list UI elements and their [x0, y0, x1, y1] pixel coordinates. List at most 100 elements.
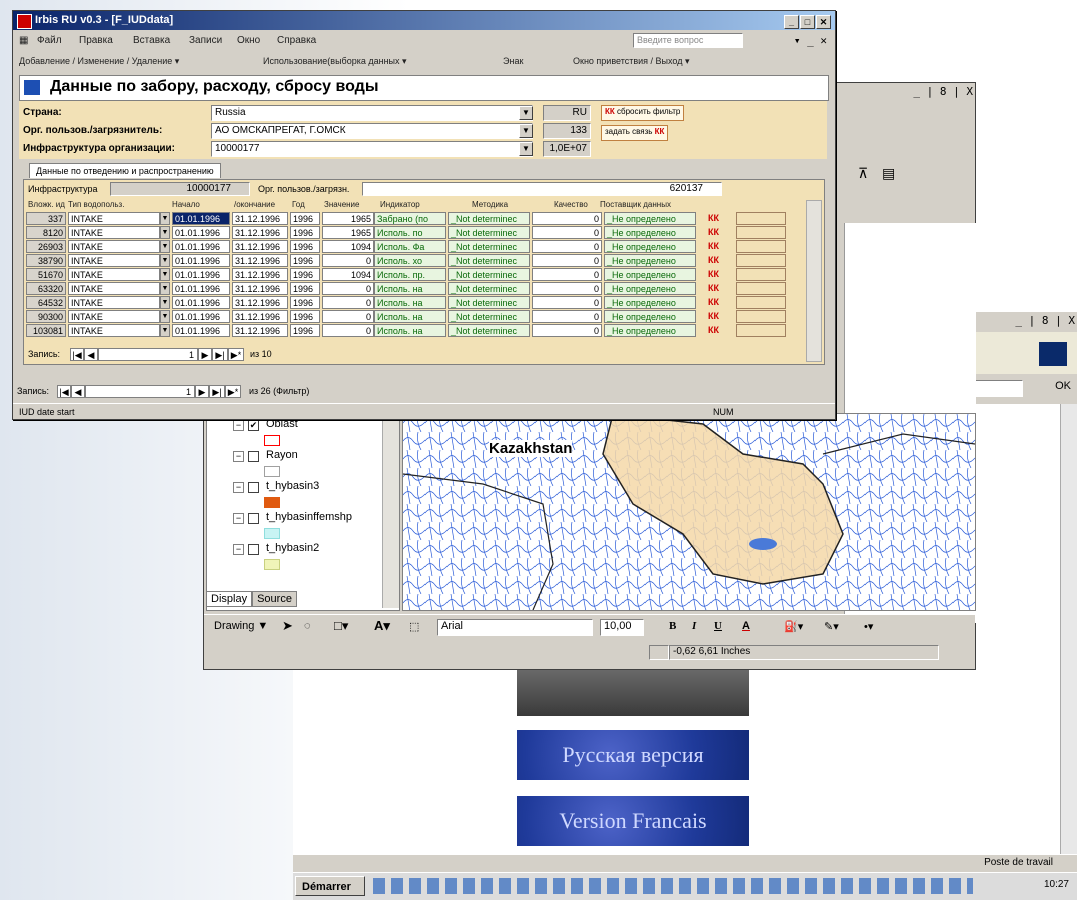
table-cell[interactable]: 1996 [290, 268, 320, 281]
browser-scrollbar[interactable] [1060, 404, 1077, 854]
underline-button[interactable]: U [714, 620, 722, 632]
table-cell[interactable]: INTAKE [68, 310, 160, 323]
table-cell[interactable]: 1996 [290, 254, 320, 267]
field-value[interactable]: 10000177 [211, 141, 533, 157]
set-link-button[interactable]: задать связь КК [601, 125, 669, 141]
nav-next-button[interactable]: ▶ [195, 385, 209, 398]
table-cell[interactable]: _Не определено [604, 268, 696, 281]
table-cell[interactable]: 26903 [26, 240, 66, 253]
russian-version-button[interactable]: Русская версия [517, 730, 749, 780]
table-cell[interactable]: 1996 [290, 282, 320, 295]
dropdown-arrow-icon[interactable]: ▼ [160, 282, 170, 295]
layer-checkbox[interactable]: ✔ [248, 420, 259, 431]
table-cell[interactable]: 1094 [322, 268, 374, 281]
table-cell[interactable]: _Not determinec [448, 226, 530, 239]
row-link-icon[interactable]: КК [706, 282, 734, 295]
nav-current-field[interactable]: 1 [98, 348, 198, 361]
table-cell[interactable]: _Not determinec [448, 268, 530, 281]
table-cell[interactable]: INTAKE [68, 226, 160, 239]
dropdown-arrow-icon[interactable]: ▼ [519, 106, 533, 120]
table-cell[interactable]: 64532 [26, 296, 66, 309]
table-cell[interactable]: 31.12.1996 [232, 254, 288, 267]
nav-last-button[interactable]: ▶| [209, 385, 225, 398]
org-select[interactable]: 620137 [362, 182, 722, 196]
table-cell[interactable]: _Не определено [604, 254, 696, 267]
table-cell[interactable]: 1965 [322, 212, 374, 225]
table-cell[interactable]: 0 [322, 324, 374, 337]
row-link-icon[interactable]: КК [706, 296, 734, 309]
table-cell[interactable] [736, 310, 786, 323]
menu-edit[interactable]: Правка [79, 35, 113, 46]
table-cell[interactable]: _Не определено [604, 226, 696, 239]
toc-layer-item[interactable]: − t_hybasin3 [207, 480, 377, 510]
expand-icon[interactable]: − [233, 482, 244, 493]
row-link-icon[interactable]: КК [706, 310, 734, 323]
table-cell[interactable]: INTAKE [68, 296, 160, 309]
field-value[interactable]: АО ОМСКАПРЕГАТ, Г.ОМСК [211, 123, 533, 139]
table-cell[interactable]: INTAKE [68, 254, 160, 267]
table-cell[interactable]: 0 [532, 240, 602, 253]
toolbar-sign[interactable]: Энак [503, 56, 523, 66]
menu-file[interactable]: Файл [37, 35, 62, 46]
table-cell[interactable]: _Не определено [604, 212, 696, 225]
toc-layer-item[interactable]: − t_hybasin2 [207, 542, 377, 572]
row-link-icon[interactable]: КК [706, 268, 734, 281]
table-cell[interactable]: Исполь. хо [374, 254, 446, 267]
table-cell[interactable]: 01.01.1996 [172, 212, 230, 225]
menu-icon[interactable]: ▦ [19, 35, 28, 46]
table-cell[interactable] [736, 282, 786, 295]
dropdown-arrow-icon[interactable]: ▼ [160, 268, 170, 281]
table-cell[interactable]: Исполь. на [374, 282, 446, 295]
table-cell[interactable]: 01.01.1996 [172, 240, 230, 253]
table-row[interactable]: 38790 INTAKE ▼ 01.01.1996 31.12.1996 1996 0 Исп… [26, 254, 804, 268]
table-cell[interactable]: 63320 [26, 282, 66, 295]
table-cell[interactable]: 0 [532, 226, 602, 239]
table-cell[interactable]: Исполь. на [374, 324, 446, 337]
table-cell[interactable]: Исполь. Фа [374, 240, 446, 253]
row-link-icon[interactable]: КК [706, 324, 734, 337]
table-cell[interactable]: 31.12.1996 [232, 268, 288, 281]
toc-scrollbar[interactable] [382, 414, 399, 608]
expand-icon[interactable]: − [233, 451, 244, 462]
table-row[interactable]: 8120 INTAKE ▼ 01.01.1996 31.12.1996 1996 1965 И… [26, 226, 804, 240]
table-cell[interactable]: Исполь. пр. [374, 268, 446, 281]
layer-checkbox[interactable] [248, 451, 259, 462]
toolbar-usage-menu[interactable]: Использование(выборка данных ▾ [263, 56, 407, 67]
french-version-button[interactable]: Version Francais [517, 796, 749, 846]
table-cell[interactable]: 1996 [290, 226, 320, 239]
table-cell[interactable]: _Not determinec [448, 254, 530, 267]
nav-prev-button[interactable]: ◀ [84, 348, 98, 361]
table-cell[interactable]: INTAKE [68, 240, 160, 253]
fill-color-icon[interactable]: ⛽▾ [784, 620, 803, 633]
menu-help[interactable]: Справка [277, 35, 316, 46]
table-cell[interactable]: Исполь. на [374, 310, 446, 323]
tab-discharge-data[interactable]: Данные по отведению и распространению [29, 163, 221, 178]
table-cell[interactable]: 38790 [26, 254, 66, 267]
table-cell[interactable] [736, 240, 786, 253]
maximize-button[interactable]: □ [800, 15, 815, 29]
table-cell[interactable]: INTAKE [68, 268, 160, 281]
size-select[interactable]: 10,00 [600, 619, 644, 636]
table-cell[interactable]: _Not determinec [448, 296, 530, 309]
nav-current-field[interactable]: 1 [85, 385, 195, 398]
table-cell[interactable]: 0 [532, 324, 602, 337]
rectangle-icon[interactable]: □▾ [334, 618, 348, 634]
taskbar-icons[interactable] [373, 878, 973, 894]
expand-icon[interactable]: − [233, 513, 244, 524]
table-cell[interactable] [736, 296, 786, 309]
menu-window[interactable]: Окно [237, 35, 260, 46]
table-cell[interactable]: 1996 [290, 324, 320, 337]
table-cell[interactable]: 0 [322, 296, 374, 309]
map-view[interactable]: Kazakhstan [402, 413, 976, 611]
dropdown-arrow-icon[interactable]: ▼ [160, 296, 170, 309]
table-cell[interactable]: INTAKE [68, 282, 160, 295]
italic-button[interactable]: I [692, 620, 696, 632]
callout-icon[interactable]: ⬚ [409, 620, 419, 633]
menu-records[interactable]: Записи [189, 35, 222, 46]
window-controls[interactable]: _ | 8 | X [913, 85, 973, 98]
table-cell[interactable]: 1965 [322, 226, 374, 239]
text-tool-icon[interactable]: A▾ [374, 618, 390, 634]
table-row[interactable]: 103081 INTAKE ▼ 01.01.1996 31.12.1996 1996 0 Ис… [26, 324, 804, 338]
table-cell[interactable] [736, 324, 786, 337]
minimize-button[interactable]: _ [784, 15, 799, 29]
